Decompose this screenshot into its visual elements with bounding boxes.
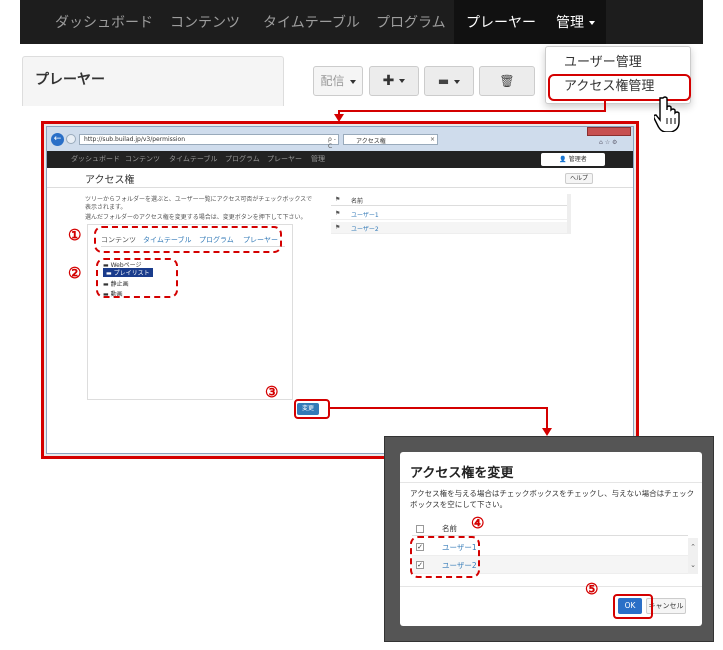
caret-down-icon xyxy=(349,79,356,84)
user-name: ユーザー1 xyxy=(351,212,379,219)
connector-line xyxy=(330,407,548,409)
table-row[interactable]: ⚑ ユーザー1 xyxy=(331,208,567,220)
deliver-button[interactable]: 配信 xyxy=(313,66,363,96)
select-all-checkbox[interactable] xyxy=(416,525,424,533)
browser-tab[interactable]: アクセス権 × xyxy=(343,134,438,145)
dropdown-user-management[interactable]: ユーザー管理 xyxy=(546,51,690,75)
divider xyxy=(47,187,633,188)
inner-nav-dashboard[interactable]: ダッシュボード xyxy=(71,151,120,168)
divider xyxy=(400,586,702,587)
window-controls[interactable] xyxy=(587,127,631,136)
home-star-gear-icon[interactable]: ⌂ ☆ ⚙ xyxy=(599,139,617,146)
highlight-checkboxes xyxy=(410,536,480,578)
caret-down-icon xyxy=(399,79,406,83)
deliver-label: 配信 xyxy=(320,74,345,88)
user-icon: 👤 xyxy=(559,156,567,163)
marker-4: ④ xyxy=(471,514,485,532)
url-text: http://sub.builad.jp/v3/permission xyxy=(84,136,186,143)
dialog-table-header: 名前 xyxy=(412,520,688,536)
delete-button[interactable]: 🗑 xyxy=(479,66,535,96)
inner-nav-timetable[interactable]: タイムテーブル xyxy=(169,151,217,168)
user-table-header: ⚑ 名前 xyxy=(331,194,567,206)
user-menu-label: 管理者 xyxy=(568,156,587,163)
plus-icon: ✚ xyxy=(382,73,395,89)
search-icon: ρ - C xyxy=(328,136,336,150)
highlight-change-button xyxy=(294,399,330,419)
address-bar[interactable]: http://sub.builad.jp/v3/permission ρ - C xyxy=(79,134,339,150)
inner-nav-player[interactable]: プレーヤー xyxy=(267,151,302,168)
nav-player[interactable]: プレーヤー xyxy=(454,0,548,44)
trash-icon: 🗑 xyxy=(499,74,515,88)
player-panel: プレーヤー xyxy=(22,56,284,106)
flag-icon: ⚑ xyxy=(335,224,341,231)
marker-3: ③ xyxy=(265,383,279,401)
highlight-tabs xyxy=(94,226,282,253)
user-menu[interactable]: 👤 管理者 xyxy=(541,153,605,166)
column-name: 名前 xyxy=(442,524,457,533)
highlight-tree xyxy=(96,258,178,298)
inner-nav-contents[interactable]: コンテンツ xyxy=(125,151,160,168)
nav-admin[interactable]: 管理 xyxy=(544,0,606,44)
back-icon[interactable]: ← xyxy=(51,133,64,146)
desc-line-2: 表示されます。 xyxy=(85,204,127,211)
divider xyxy=(400,482,702,483)
help-label: ヘルプ xyxy=(569,175,588,182)
nav-admin-label: 管理 xyxy=(556,15,584,31)
marker-1: ① xyxy=(68,226,82,244)
highlight-ok-button xyxy=(613,594,653,619)
table-row[interactable]: ⚑ ユーザー2 xyxy=(331,222,567,234)
connector-line xyxy=(546,407,548,429)
tab-title: アクセス権 xyxy=(356,138,386,145)
close-icon[interactable]: × xyxy=(430,136,435,143)
dialog-title: アクセス権を変更 xyxy=(410,466,514,481)
flag-icon: ⚑ xyxy=(335,196,341,203)
folder-icon: ▬ xyxy=(437,74,450,88)
top-navbar: ダッシュボード コンテンツ タイムテーブル プログラム プレーヤー 管理 xyxy=(20,0,703,44)
caret-down-icon xyxy=(454,79,461,84)
column-name: 名前 xyxy=(351,198,364,205)
nav-contents[interactable]: コンテンツ xyxy=(170,0,240,44)
panel-title: プレーヤー xyxy=(35,72,105,88)
browser-titlebar: ← http://sub.builad.jp/v3/permission ρ -… xyxy=(47,127,633,151)
help-button[interactable]: ヘルプ xyxy=(565,173,593,184)
nav-program[interactable]: プログラム xyxy=(376,0,446,44)
user-name: ユーザー2 xyxy=(351,226,379,233)
flag-icon: ⚑ xyxy=(335,210,341,217)
scrollbar[interactable]: ⌃ ⌄ xyxy=(688,538,698,574)
desc-line-3: 選んだフォルダーのアクセス権を変更する場合は、変更ボタンを押下して下さい。 xyxy=(85,214,307,221)
dialog-desc-2: ボックスを空にして下さい。 xyxy=(410,500,508,509)
connector-line xyxy=(338,110,606,112)
forward-icon[interactable] xyxy=(66,134,76,144)
add-button[interactable]: ✚ xyxy=(369,66,419,96)
caret-down-icon xyxy=(589,21,595,25)
scrollbar[interactable] xyxy=(567,194,571,234)
inner-nav-program[interactable]: プログラム xyxy=(225,151,260,168)
arrow-down-icon xyxy=(542,428,552,436)
marker-5: ⑤ xyxy=(585,580,599,598)
page-title: アクセス権 xyxy=(85,175,135,186)
nav-timetable[interactable]: タイムテーブル xyxy=(263,0,360,44)
inner-nav-admin[interactable]: 管理 xyxy=(311,151,325,168)
cancel-label: キャンセル xyxy=(648,602,684,610)
nav-dashboard[interactable]: ダッシュボード xyxy=(55,0,153,44)
inner-navbar: ダッシュボード コンテンツ タイムテーブル プログラム プレーヤー 管理 👤 管… xyxy=(47,151,633,168)
dialog-desc-1: アクセス権を与える場合はチェックボックスをチェックし、与えない場合はチェック xyxy=(410,489,695,498)
marker-2: ② xyxy=(68,264,82,282)
folder-button[interactable]: ▬ xyxy=(424,66,474,96)
hand-cursor-icon xyxy=(654,96,680,132)
